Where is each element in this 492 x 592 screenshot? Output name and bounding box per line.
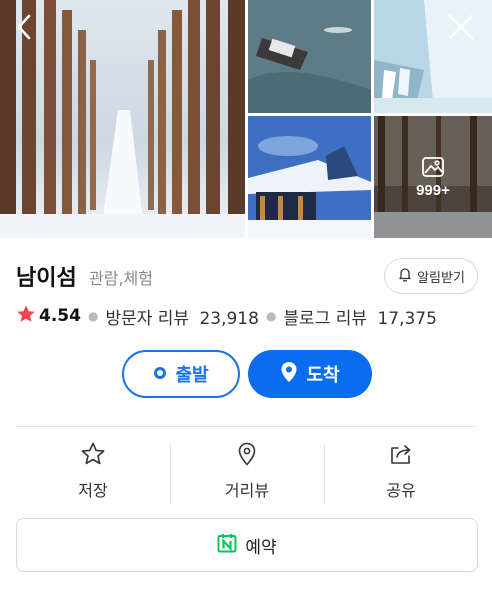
start-label: 출발 (175, 365, 209, 386)
image-icon (421, 156, 445, 178)
chevron-left-icon (8, 14, 42, 48)
notify-button[interactable]: 알림받기 (384, 258, 478, 294)
star-icon (80, 441, 106, 471)
rating-score: 4.54 (39, 306, 81, 326)
reserve-button[interactable]: 예약 (16, 518, 478, 572)
street-view-button[interactable]: 거리뷰 (170, 428, 324, 514)
visitor-review-link[interactable]: 방문자 리뷰 23,918 (105, 304, 259, 329)
naver-calendar-icon (217, 533, 237, 558)
share-button[interactable]: 공유 (324, 428, 478, 514)
street-view-label: 거리뷰 (224, 481, 270, 500)
photo-snowy-pavilion[interactable] (248, 116, 371, 238)
start-button[interactable]: 출발 (122, 350, 240, 398)
arrive-label: 도착 (306, 365, 340, 386)
share-icon (388, 441, 414, 471)
photo-more[interactable]: 999+ (374, 116, 492, 238)
share-label: 공유 (386, 481, 416, 500)
origin-dot-icon (153, 364, 167, 385)
place-category: 관람,체험 (89, 269, 153, 288)
rating-row: 4.54 ● 방문자 리뷰 23,918 ● 블로그 리뷰 17,375 (16, 304, 437, 329)
place-header: 남이섬 관람,체험 알림받기 (16, 256, 478, 296)
bell-icon (397, 266, 413, 286)
arrive-button[interactable]: 도착 (248, 350, 372, 398)
blog-review-label: 블로그 리뷰 (283, 308, 368, 329)
visitor-review-count: 23,918 (199, 308, 259, 329)
action-bar: 저장 거리뷰 공유 (16, 428, 478, 514)
more-photos-overlay: 999+ (374, 116, 492, 238)
save-label: 저장 (78, 481, 108, 500)
close-button[interactable] (444, 10, 478, 44)
photo-gallery: 999+ (0, 0, 492, 238)
blog-review-link[interactable]: 블로그 리뷰 17,375 (283, 304, 437, 329)
more-photos-count: 999+ (416, 181, 450, 199)
separator-dot: ● (265, 309, 277, 323)
blog-review-count: 17,375 (377, 308, 437, 329)
separator-dot: ● (87, 309, 99, 323)
place-name: 남이섬 (16, 266, 77, 291)
close-icon (444, 14, 478, 48)
save-button[interactable]: 저장 (16, 428, 170, 514)
divider (16, 426, 478, 427)
notify-label: 알림받기 (417, 270, 465, 286)
star-filled-icon (16, 304, 36, 329)
map-pin-icon (234, 441, 260, 471)
photo-ferry-on-river[interactable] (248, 0, 371, 113)
map-pin-filled-icon (280, 361, 298, 388)
back-button[interactable] (8, 10, 42, 44)
visitor-review-label: 방문자 리뷰 (105, 308, 190, 329)
reserve-label: 예약 (245, 537, 277, 558)
